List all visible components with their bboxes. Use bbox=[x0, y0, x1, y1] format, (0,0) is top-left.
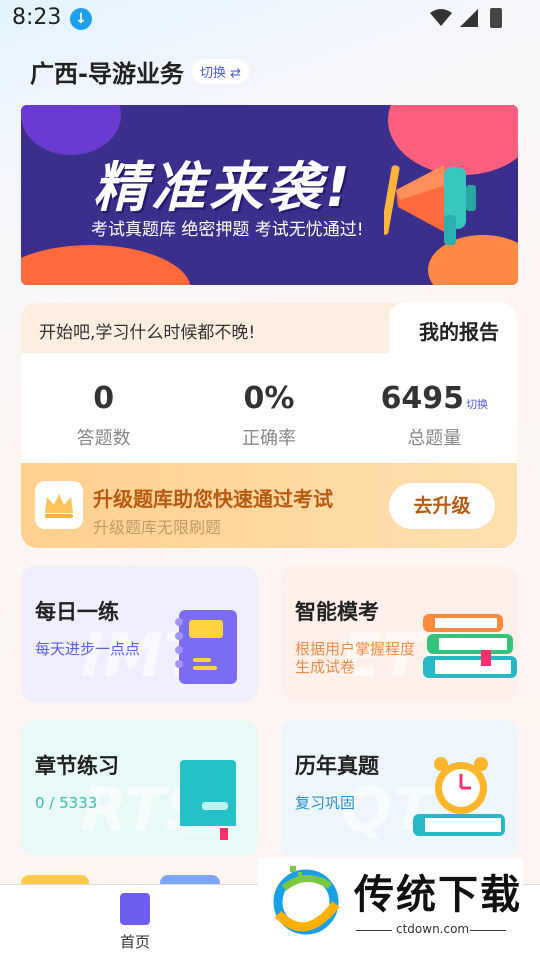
motto-text: 开始吧,学习什么时候都不晚! bbox=[39, 323, 256, 343]
logo-url: ctdown.com bbox=[396, 922, 470, 936]
stat-value: 0 bbox=[93, 381, 115, 416]
home-icon bbox=[120, 893, 150, 925]
feature-past-exams[interactable]: QT 历年真题 复习巩固 bbox=[281, 720, 518, 856]
feature-title: 历年真题 bbox=[295, 754, 379, 778]
logo-divider bbox=[356, 930, 392, 931]
feature-title: 智能模考 bbox=[295, 600, 379, 624]
status-time: 8:23 bbox=[12, 5, 62, 30]
tab-home-label: 首页 bbox=[119, 933, 150, 951]
feature-subtitle: 复习巩固 bbox=[295, 794, 356, 812]
feature-daily-practice[interactable]: IMT 每日一练 每天进步一点点 bbox=[21, 566, 258, 702]
books-icon bbox=[423, 614, 517, 678]
report-card: 开始吧,学习什么时候都不晚! 我的报告 0 答题数 0% 正确率 6495 切换 … bbox=[21, 303, 517, 548]
upgrade-button[interactable]: 去升级 bbox=[389, 483, 495, 529]
feature-chapter-practice[interactable]: RTS 章节练习 0 / 5333 bbox=[21, 720, 258, 856]
upgrade-title: 升级题库助您快速通过考试 bbox=[93, 487, 333, 511]
battery-icon bbox=[490, 8, 502, 28]
promo-banner[interactable]: 精准来袭! 考试真题库 绝密押题 考试无忧通过! bbox=[21, 105, 518, 285]
stat-total: 6495 切换 总题量 bbox=[352, 381, 517, 450]
status-icons bbox=[430, 8, 502, 28]
feature-title: 每日一练 bbox=[35, 600, 119, 624]
stat-label: 正确率 bbox=[241, 428, 296, 449]
signal-icon bbox=[460, 9, 478, 27]
banner-subtitle: 考试真题库 绝密押题 考试无忧通过! bbox=[91, 220, 364, 240]
header: 广西-导游业务 切换 ⇄ bbox=[30, 54, 249, 89]
region-title: 广西-导游业务 bbox=[30, 60, 184, 88]
tab-home[interactable]: 首页 bbox=[105, 893, 165, 952]
stat-label: 总题量 bbox=[407, 428, 462, 449]
upgrade-subtitle: 升级题库无限刷题 bbox=[93, 518, 222, 537]
stat-value: 6495 切换 bbox=[352, 381, 517, 416]
crown-icon bbox=[35, 481, 83, 529]
site-logo: 传统下载 ctdown.com bbox=[258, 858, 523, 943]
stat-answered: 0 答题数 bbox=[21, 381, 186, 450]
banner-headline: 精准来袭! bbox=[93, 156, 354, 219]
feature-title: 章节练习 bbox=[35, 754, 119, 778]
banner-decoration bbox=[21, 245, 191, 285]
alarm-clock-icon bbox=[413, 757, 505, 836]
megaphone-icon bbox=[384, 165, 476, 245]
stat-label: 答题数 bbox=[76, 428, 131, 449]
status-bar: 8:23 ↓ bbox=[0, 0, 540, 38]
logo-mark-icon bbox=[273, 866, 340, 935]
total-switch-button[interactable]: 切换 bbox=[466, 398, 488, 411]
feature-subtitle: 根据用户掌握程度 生成试卷 bbox=[295, 640, 416, 676]
wifi-icon bbox=[430, 9, 452, 26]
logo-divider bbox=[470, 930, 506, 931]
feature-subtitle: 0 / 5333 bbox=[35, 794, 98, 812]
feature-smart-mock[interactable]: ETC 智能模考 根据用户掌握程度 生成试卷 bbox=[281, 566, 518, 702]
stat-value: 0% bbox=[243, 381, 295, 416]
logo-text: 传统下载 bbox=[354, 872, 522, 918]
my-report-button[interactable]: 我的报告 bbox=[419, 316, 499, 345]
feature-subtitle: 每天进步一点点 bbox=[35, 640, 141, 658]
stat-accuracy: 0% 正确率 bbox=[186, 381, 351, 450]
stat-total-value: 6495 bbox=[380, 381, 465, 416]
upgrade-bar[interactable]: 升级题库助您快速通过考试 升级题库无限刷题 去升级 bbox=[21, 463, 517, 548]
notebook-icon bbox=[175, 610, 237, 684]
download-icon: ↓ bbox=[70, 8, 92, 30]
switch-region-button[interactable]: 切换 ⇄ bbox=[191, 59, 249, 84]
book-icon bbox=[180, 760, 236, 840]
stats-row: 0 答题数 0% 正确率 6495 切换 总题量 bbox=[21, 381, 517, 450]
